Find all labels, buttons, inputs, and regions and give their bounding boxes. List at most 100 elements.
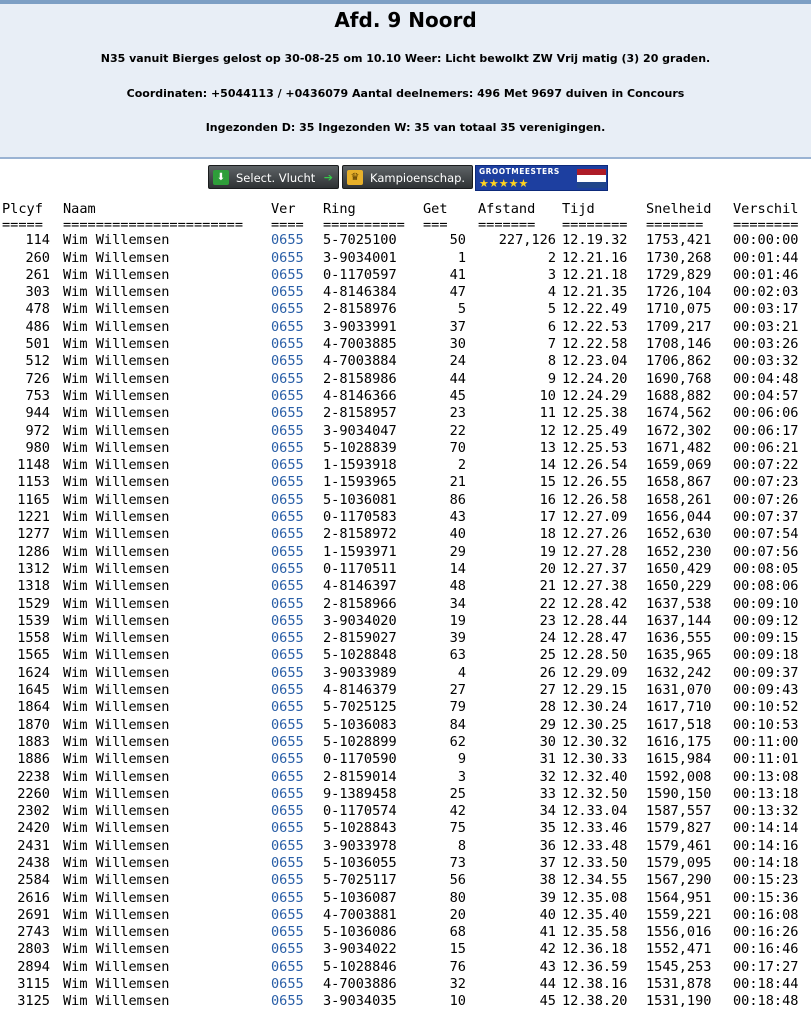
cell-ver[interactable]: 0655 [271, 544, 323, 561]
table-row: 512 Wim Willemsen 0655 4-7003884 24 8 12.23.04… [0, 353, 803, 370]
cell-ver[interactable]: 0655 [271, 301, 323, 318]
cell-name: Wim Willemsen [63, 889, 170, 906]
cell-ver[interactable]: 0655 [271, 561, 323, 578]
cell-ver[interactable]: 0655 [271, 509, 323, 526]
table-row: 1565 Wim Willemsen 0655 5-1028848 63 25 12.28.… [0, 647, 803, 664]
cell-ver[interactable]: 0655 [271, 976, 323, 993]
cell-place: 1312 [17, 560, 50, 577]
cell-ver[interactable]: 0655 [271, 682, 323, 699]
table-row: 1645 Wim Willemsen 0655 4-8146379 27 27 12.29.… [0, 682, 803, 699]
cell-ver[interactable]: 0655 [271, 803, 323, 820]
cell-time: 12.27.09 [562, 509, 628, 526]
cell-place: 3115 [17, 976, 50, 993]
cell-ver[interactable]: 0655 [271, 405, 323, 422]
cell-ver[interactable]: 0655 [271, 665, 323, 682]
cell-ver[interactable]: 0655 [271, 890, 323, 907]
cell-place: 726 [25, 370, 50, 387]
table-row: 1148 Wim Willemsen 0655 1-1593918 2 14 12.26.5… [0, 457, 803, 474]
cell-speed: 1706,862 [646, 353, 712, 370]
cell-place: 2743 [17, 924, 50, 941]
cell-ver[interactable]: 0655 [271, 423, 323, 440]
cell-ver[interactable]: 0655 [271, 907, 323, 924]
cell-name: Wim Willemsen [63, 491, 170, 508]
cell-ver[interactable]: 0655 [271, 941, 323, 958]
cell-ver[interactable]: 0655 [271, 993, 323, 1010]
col-header-ver: Ver [271, 201, 296, 217]
cell-place: 1624 [17, 664, 50, 681]
separator: ======= [646, 217, 704, 234]
cell-ver[interactable]: 0655 [271, 959, 323, 976]
cell-ver[interactable]: 0655 [271, 284, 323, 301]
cell-ver[interactable]: 0655 [271, 630, 323, 647]
cell-ver[interactable]: 0655 [271, 838, 323, 855]
table-row: 2438 Wim Willemsen 0655 5-1036055 73 37 12.33.… [0, 855, 803, 872]
cell-time: 12.21.18 [562, 266, 628, 283]
cell-ring: 4-8146397 [323, 578, 397, 595]
cell-place: 486 [25, 318, 50, 335]
cell-ver[interactable]: 0655 [271, 613, 323, 630]
cell-name: Wim Willemsen [63, 457, 170, 474]
cell-ring: 5-7025125 [323, 699, 397, 716]
cell-diff: 00:13:08 [733, 768, 799, 785]
cell-ver[interactable]: 0655 [271, 717, 323, 734]
cell-speed: 1556,016 [646, 924, 712, 941]
cell-time: 12.33.48 [562, 837, 628, 854]
cell-diff: 00:01:44 [733, 249, 799, 266]
cell-ver[interactable]: 0655 [271, 924, 323, 941]
cell-ver[interactable]: 0655 [271, 526, 323, 543]
select-flight-button[interactable]: ⬇ Select. Vlucht ➔ [208, 165, 339, 189]
cell-ver[interactable]: 0655 [271, 267, 323, 284]
cell-ver[interactable]: 0655 [271, 855, 323, 872]
cell-speed: 1636,555 [646, 630, 712, 647]
cell-ver[interactable]: 0655 [271, 388, 323, 405]
cell-ver[interactable]: 0655 [271, 492, 323, 509]
cell-ver[interactable]: 0655 [271, 596, 323, 613]
cell-ver[interactable]: 0655 [271, 353, 323, 370]
cell-ring: 1-1593965 [323, 474, 397, 491]
cell-ver[interactable]: 0655 [271, 872, 323, 889]
cell-ver[interactable]: 0655 [271, 250, 323, 267]
table-row: 2431 Wim Willemsen 0655 3-9033978 8 36 12.33.4… [0, 838, 803, 855]
cell-ring: 0-1170574 [323, 803, 397, 820]
cell-diff: 00:07:54 [733, 526, 799, 543]
cell-time: 12.22.58 [562, 336, 628, 353]
cell-ver[interactable]: 0655 [271, 647, 323, 664]
cell-diff: 00:18:48 [733, 993, 799, 1010]
cell-ver[interactable]: 0655 [271, 734, 323, 751]
cell-get: 48 [449, 578, 466, 595]
cell-ver[interactable]: 0655 [271, 786, 323, 803]
cell-diff: 00:13:32 [733, 803, 799, 820]
cell-ver[interactable]: 0655 [271, 440, 323, 457]
cell-speed: 1650,429 [646, 560, 712, 577]
cell-name: Wim Willemsen [63, 560, 170, 577]
cell-ring: 3-9034022 [323, 941, 397, 958]
cell-ring: 3-9034020 [323, 612, 397, 629]
table-row: 2238 Wim Willemsen 0655 2-8159014 3 32 12.32.4… [0, 769, 803, 786]
cell-ring: 4-8146366 [323, 387, 397, 404]
table-row: 2302 Wim Willemsen 0655 0-1170574 42 34 12.33.… [0, 803, 803, 820]
cell-ver[interactable]: 0655 [271, 232, 323, 249]
cell-name: Wim Willemsen [63, 647, 170, 664]
cell-name: Wim Willemsen [63, 976, 170, 993]
grootmeesters-banner[interactable]: GROOTMEESTERS ★★★★★ [475, 165, 608, 191]
cell-ver[interactable]: 0655 [271, 820, 323, 837]
cell-ver[interactable]: 0655 [271, 769, 323, 786]
cell-ver[interactable]: 0655 [271, 578, 323, 595]
cell-ver[interactable]: 0655 [271, 336, 323, 353]
race-release-info: N35 vanuit Bierges gelost op 30-08-25 om… [100, 52, 711, 65]
cell-ver[interactable]: 0655 [271, 751, 323, 768]
cell-ver[interactable]: 0655 [271, 474, 323, 491]
cell-ver[interactable]: 0655 [271, 699, 323, 716]
cell-ring: 4-8146379 [323, 682, 397, 699]
cell-ver[interactable]: 0655 [271, 319, 323, 336]
cell-ver[interactable]: 0655 [271, 457, 323, 474]
cell-distance: 14 [539, 457, 556, 474]
cell-place: 3125 [17, 993, 50, 1010]
cell-time: 12.22.53 [562, 318, 628, 335]
cell-speed: 1637,538 [646, 595, 712, 612]
cell-time: 12.21.35 [562, 284, 628, 301]
cell-ver[interactable]: 0655 [271, 371, 323, 388]
championship-button[interactable]: ♛ Kampioenschap. [342, 165, 473, 189]
cell-name: Wim Willemsen [63, 509, 170, 526]
cell-get: 20 [449, 906, 466, 923]
